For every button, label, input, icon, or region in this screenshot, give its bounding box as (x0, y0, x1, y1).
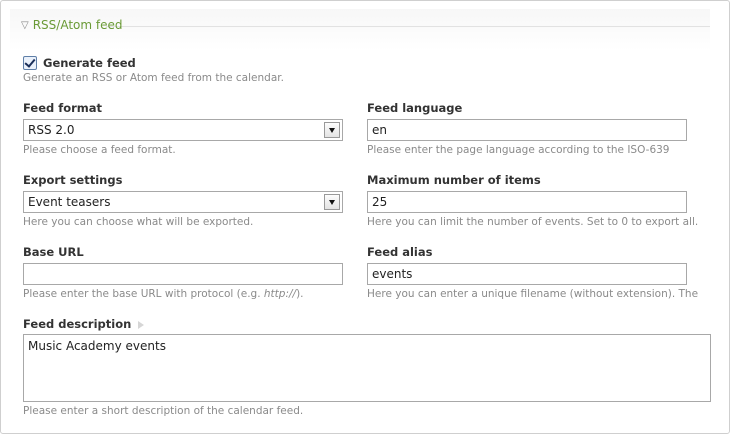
feed-alias-label: Feed alias (367, 245, 433, 259)
max-items-help: Here you can limit the number of events.… (367, 216, 699, 228)
max-items-value: 25 (372, 195, 388, 209)
base-url-label: Base URL (23, 245, 84, 259)
generate-feed-checkbox[interactable] (23, 56, 37, 70)
feed-alias-help: Here you can enter a unique filename (wi… (367, 288, 699, 300)
feed-description-help: Please enter a short description of the … (23, 405, 304, 417)
settings-panel: ▽ RSS/Atom feed Generate feed Generate a… (0, 0, 730, 434)
feed-format-value: RSS 2.0 (28, 123, 75, 137)
feed-format-label: Feed format (23, 101, 103, 115)
feed-description-value: Music Academy events (28, 339, 166, 353)
feed-format-select[interactable]: RSS 2.0 (23, 119, 343, 141)
dropdown-arrow-icon (324, 194, 340, 210)
dropdown-arrow-icon (324, 122, 340, 138)
feed-description-label-row: Feed description (23, 317, 145, 331)
export-settings-label: Export settings (23, 173, 123, 187)
feed-alias-input[interactable]: events (367, 263, 687, 285)
fieldset-header: ▽ RSS/Atom feed (10, 9, 710, 51)
triangle-down-icon: ▽ (21, 19, 29, 31)
feed-language-help: Please enter the page language according… (367, 144, 670, 156)
max-items-input[interactable]: 25 (367, 191, 687, 213)
export-settings-help: Here you can choose what will be exporte… (23, 216, 254, 228)
feed-language-value: en (372, 123, 387, 137)
fieldset-toggle[interactable]: ▽ RSS/Atom feed (21, 18, 122, 32)
feed-alias-value: events (372, 267, 413, 281)
feed-format-help: Please choose a feed format. (23, 144, 176, 156)
export-settings-value: Event teasers (28, 195, 111, 209)
generate-feed-label[interactable]: Generate feed (43, 56, 136, 70)
editor-toggle-icon[interactable] (138, 320, 145, 329)
feed-language-input[interactable]: en (367, 119, 687, 141)
feed-language-label: Feed language (367, 101, 463, 115)
base-url-help: Please enter the base URL with protocol … (23, 288, 304, 300)
feed-description-label: Feed description (23, 317, 132, 331)
base-url-input[interactable] (23, 263, 343, 285)
feed-description-textarea[interactable]: Music Academy events (23, 334, 711, 402)
max-items-label: Maximum number of items (367, 173, 541, 187)
export-settings-select[interactable]: Event teasers (23, 191, 343, 213)
legend-divider (106, 26, 710, 27)
generate-feed-help: Generate an RSS or Atom feed from the ca… (23, 72, 284, 84)
generate-feed-row: Generate feed (23, 56, 136, 70)
fieldset-legend: RSS/Atom feed (32, 18, 123, 32)
